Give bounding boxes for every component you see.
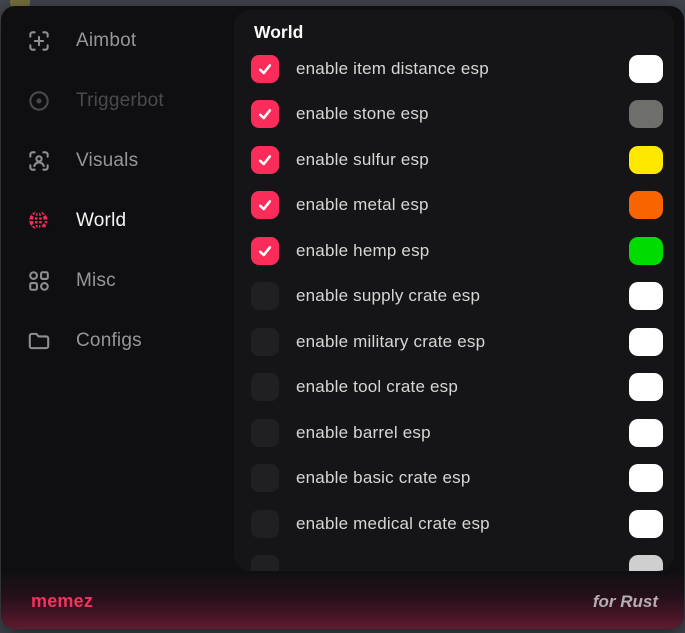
setting-checkbox[interactable] xyxy=(251,373,279,401)
color-swatch[interactable] xyxy=(629,464,663,492)
sidebar-item-misc[interactable]: Misc xyxy=(1,251,234,311)
sidebar-item-aimbot[interactable]: Aimbot xyxy=(1,11,234,71)
setting-checkbox[interactable] xyxy=(251,191,279,219)
setting-row: enable military crate esp xyxy=(234,319,674,365)
color-swatch[interactable] xyxy=(629,419,663,447)
setting-checkbox[interactable] xyxy=(251,146,279,174)
check-icon xyxy=(257,152,273,168)
check-icon xyxy=(257,243,273,259)
setting-checkbox[interactable] xyxy=(251,55,279,83)
misc-icon xyxy=(26,268,52,294)
setting-checkbox[interactable] xyxy=(251,237,279,265)
setting-label: enable supply crate esp xyxy=(296,286,629,306)
visuals-icon xyxy=(26,148,52,174)
setting-row: enable stone esp xyxy=(234,92,674,138)
setting-row: enable medical crate esp xyxy=(234,501,674,547)
aimbot-icon xyxy=(26,28,52,54)
setting-row: enable tool crate esp xyxy=(234,365,674,411)
cheat-menu-window: Aimbot Triggerbot Visuals World Misc Con… xyxy=(1,6,684,629)
color-swatch[interactable] xyxy=(629,555,663,571)
setting-row: enable item distance esp xyxy=(234,46,674,92)
color-swatch[interactable] xyxy=(629,373,663,401)
setting-row: enable hemp esp xyxy=(234,228,674,274)
color-swatch[interactable] xyxy=(629,328,663,356)
color-swatch[interactable] xyxy=(629,510,663,538)
setting-row xyxy=(234,547,674,572)
footer-bar: memez for Rust xyxy=(1,574,684,629)
color-swatch[interactable] xyxy=(629,55,663,83)
color-swatch[interactable] xyxy=(629,100,663,128)
setting-label: enable stone esp xyxy=(296,104,629,124)
setting-row: enable sulfur esp xyxy=(234,137,674,183)
setting-row: enable basic crate esp xyxy=(234,456,674,502)
triggerbot-icon xyxy=(26,88,52,114)
sidebar-item-triggerbot[interactable]: Triggerbot xyxy=(1,71,234,131)
check-icon xyxy=(257,197,273,213)
setting-label: enable item distance esp xyxy=(296,59,629,79)
setting-label: enable basic crate esp xyxy=(296,468,629,488)
panel-title: World xyxy=(254,22,674,44)
setting-label: enable medical crate esp xyxy=(296,514,629,534)
sidebar-item-world[interactable]: World xyxy=(1,191,234,251)
setting-checkbox[interactable] xyxy=(251,282,279,310)
setting-row: enable barrel esp xyxy=(234,410,674,456)
sidebar: Aimbot Triggerbot Visuals World Misc Con… xyxy=(1,6,234,371)
sidebar-item-configs[interactable]: Configs xyxy=(1,311,234,371)
brand-label: memez xyxy=(31,591,93,612)
setting-label: enable metal esp xyxy=(296,195,629,215)
setting-checkbox[interactable] xyxy=(251,464,279,492)
setting-row: enable metal esp xyxy=(234,183,674,229)
setting-label: enable sulfur esp xyxy=(296,150,629,170)
setting-label: enable barrel esp xyxy=(296,423,629,443)
setting-label: enable hemp esp xyxy=(296,241,629,261)
setting-checkbox[interactable] xyxy=(251,555,279,571)
color-swatch[interactable] xyxy=(629,237,663,265)
setting-checkbox[interactable] xyxy=(251,328,279,356)
settings-list: enable item distance esp enable stone es… xyxy=(234,46,674,571)
setting-label: enable tool crate esp xyxy=(296,377,629,397)
setting-label: enable military crate esp xyxy=(296,332,629,352)
setting-checkbox[interactable] xyxy=(251,419,279,447)
color-swatch[interactable] xyxy=(629,191,663,219)
setting-checkbox[interactable] xyxy=(251,510,279,538)
check-icon xyxy=(257,106,273,122)
color-swatch[interactable] xyxy=(629,282,663,310)
world-panel: World enable item distance esp enable st… xyxy=(234,10,674,571)
configs-icon xyxy=(26,328,52,354)
color-swatch[interactable] xyxy=(629,146,663,174)
check-icon xyxy=(257,61,273,77)
sidebar-item-visuals[interactable]: Visuals xyxy=(1,131,234,191)
setting-row: enable supply crate esp xyxy=(234,274,674,320)
tagline-label: for Rust xyxy=(593,592,658,612)
setting-checkbox[interactable] xyxy=(251,100,279,128)
world-icon xyxy=(26,208,52,234)
